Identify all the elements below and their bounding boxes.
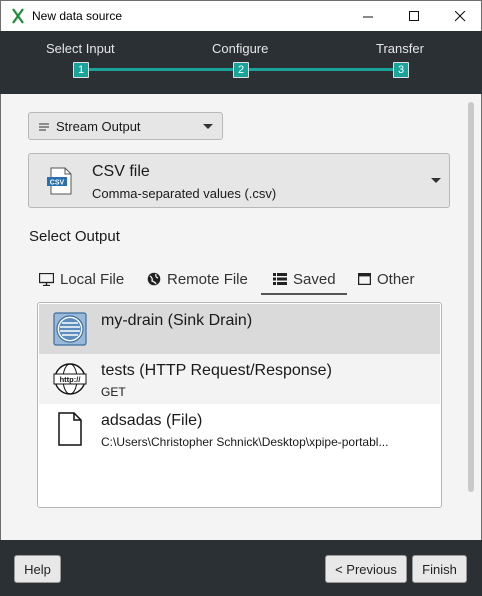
format-description: Comma-separated values (.csv)	[92, 186, 277, 201]
step-label-transfer: Transfer	[376, 41, 424, 56]
previous-button[interactable]: < Previous	[325, 555, 407, 583]
list-item-title: adsadas (File)	[101, 412, 203, 429]
window-title: New data source	[32, 9, 123, 23]
tab-selected-indicator	[261, 293, 347, 295]
svg-text:http://: http://	[60, 375, 82, 384]
svg-text:CSV: CSV	[50, 180, 65, 187]
footer-bar: Help < Previous Finish	[0, 540, 482, 596]
list-item-subtitle: GET	[101, 385, 126, 399]
tab-local-file[interactable]: Local File	[39, 264, 124, 294]
minimize-button[interactable]	[345, 1, 391, 32]
step-label-configure: Configure	[212, 41, 269, 56]
wizard-stepper: Select Input Configure Transfer 1 2 3	[0, 31, 482, 94]
saved-output-list: my-drain (Sink Drain) http:// tests (HTT…	[37, 302, 442, 508]
maximize-button[interactable]	[391, 1, 437, 32]
http-icon: http://	[53, 363, 87, 395]
close-icon	[454, 11, 465, 22]
list-item[interactable]: adsadas (File) C:\Users\Christopher Schn…	[39, 404, 440, 454]
minimize-icon	[362, 16, 373, 18]
tab-saved[interactable]: Saved	[273, 264, 336, 294]
step-label-select-input: Select Input	[46, 41, 115, 56]
scrollbar-thumb[interactable]	[468, 102, 474, 492]
tab-other[interactable]: Other	[358, 264, 415, 294]
csv-file-icon: CSV	[47, 167, 72, 195]
tab-label: Local File	[60, 270, 125, 288]
list-lines-icon	[39, 123, 49, 131]
tab-label: Other	[377, 270, 415, 288]
tab-label: Saved	[293, 270, 336, 288]
stream-type-label: Stream Output	[56, 119, 141, 134]
title-bar: New data source	[0, 0, 482, 31]
close-button[interactable]	[437, 1, 482, 32]
format-title: CSV file	[92, 163, 150, 180]
tab-label: Remote File	[167, 270, 248, 288]
monitor-icon	[39, 272, 54, 286]
chevron-down-icon	[431, 178, 441, 183]
window-icon	[358, 273, 371, 285]
list-item-title: tests (HTTP Request/Response)	[101, 362, 332, 379]
list-item[interactable]: http:// tests (HTTP Request/Response) GE…	[39, 354, 440, 404]
finish-button[interactable]: Finish	[412, 555, 467, 583]
step-connector	[249, 68, 393, 71]
list-item-subtitle: C:\Users\Christopher Schnick\Desktop\xpi…	[101, 435, 389, 449]
app-logo-icon	[12, 8, 24, 24]
section-heading: Select Output	[29, 228, 120, 245]
step-number-2: 2	[233, 62, 249, 78]
stream-type-dropdown[interactable]: Stream Output	[28, 112, 223, 140]
chevron-down-icon	[203, 124, 213, 129]
help-button[interactable]: Help	[14, 555, 61, 583]
step-number-1: 1	[73, 62, 89, 78]
format-dropdown[interactable]: CSV CSV file Comma-separated values (.cs…	[28, 153, 450, 208]
list-item[interactable]: my-drain (Sink Drain)	[39, 304, 440, 354]
tab-remote-file[interactable]: Remote File	[147, 264, 248, 294]
drain-icon	[53, 312, 87, 346]
list-item-title: my-drain (Sink Drain)	[101, 312, 253, 329]
step-number-3: 3	[393, 62, 409, 78]
list-icon	[273, 273, 287, 285]
globe-icon	[147, 272, 161, 286]
maximize-icon	[408, 11, 419, 21]
step-connector	[89, 68, 233, 71]
file-icon	[58, 412, 82, 446]
content-area: Stream Output CSV CSV file Comma-separat…	[0, 94, 482, 540]
